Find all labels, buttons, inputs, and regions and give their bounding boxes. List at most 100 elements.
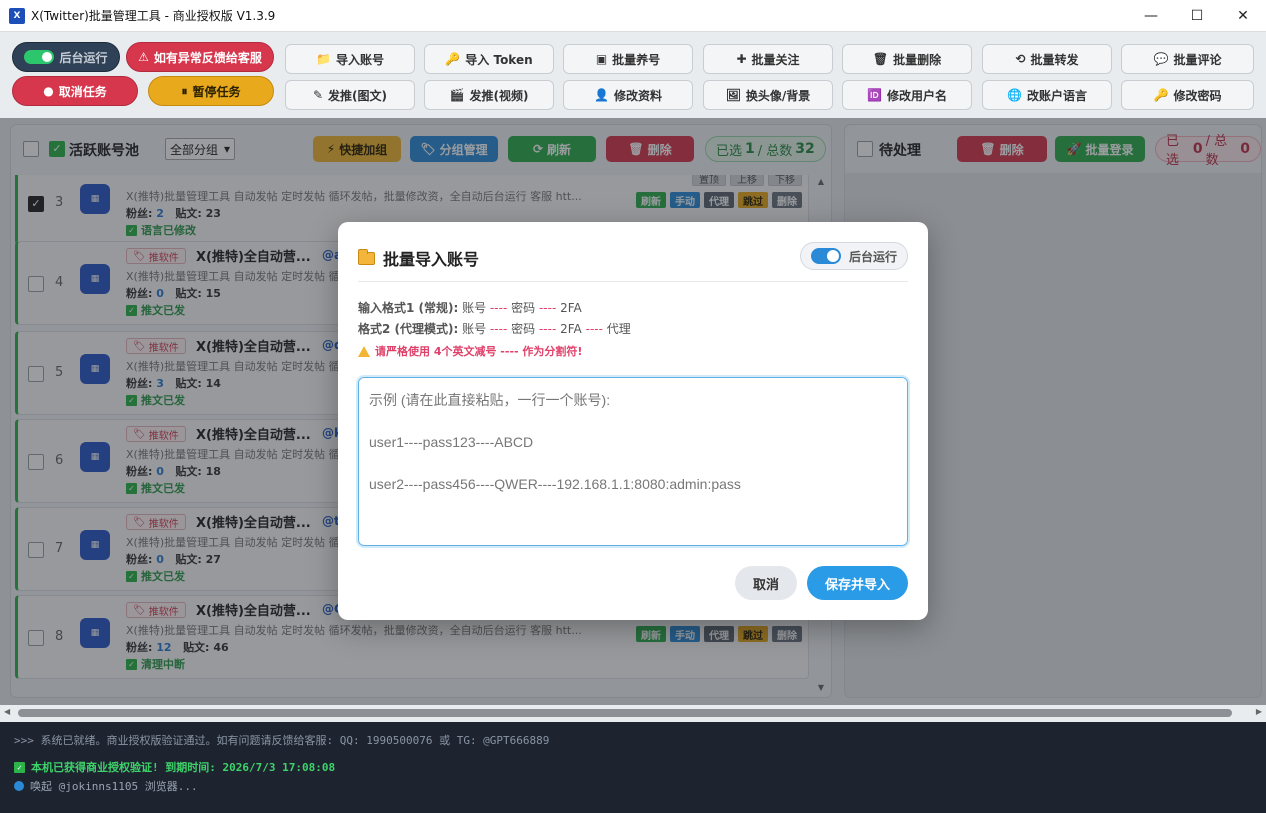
warning-icon (358, 345, 370, 357)
check-icon: ✓ (14, 761, 25, 773)
format1-label: 输入格式1 (常规): (358, 301, 459, 315)
feedback-label: 如有异常反馈给客服 (153, 50, 262, 65)
format-field: 2FA (560, 322, 582, 336)
scroll-right-icon[interactable]: ▶ (1256, 707, 1262, 716)
key-icon: 🔑 (445, 52, 461, 66)
dialog-background-run-toggle[interactable]: 后台运行 (799, 242, 908, 270)
stop-icon: ● (43, 84, 54, 98)
post-video-button[interactable]: 🎬 发推(视频) (424, 80, 554, 110)
edit-icon: ✎ (312, 88, 324, 102)
log-line: >>> 系统已就绪。商业授权版验证通过。如有问题请反馈给客服: QQ: 1990… (14, 734, 550, 747)
folder-icon (358, 248, 375, 265)
post-video-label: 发推(视频) (469, 88, 529, 103)
format-field: 代理 (606, 322, 631, 336)
maximize-button[interactable]: ☐ (1174, 0, 1220, 32)
batch-delete-button[interactable]: 🗑 批量删除 (842, 44, 972, 74)
import-account-label: 导入账号 (335, 52, 384, 67)
format-field: 密码 (511, 301, 536, 315)
scroll-left-icon[interactable]: ◀ (4, 707, 10, 716)
accounts-textarea[interactable]: 示例 (请在此直接粘贴，一行一个账号): user1----pass123---… (356, 375, 910, 548)
cancel-button[interactable]: 取消 (735, 566, 797, 600)
change-username-button[interactable]: 🆔 修改用户名 (842, 80, 972, 110)
log-line: ✓ 本机已获得商业授权验证! 到期时间: 2026/7/3 17:08:08 (14, 759, 1252, 775)
format-field: 账号 (462, 301, 487, 315)
batch-nurture-label: 批量养号 (612, 52, 661, 67)
change-language-button[interactable]: 🌐 改账户语言 (982, 80, 1112, 110)
toggle-switch-icon (810, 248, 841, 264)
dialog-title-text: 批量导入账号 (383, 250, 480, 269)
batch-comment-label: 批量评论 (1173, 52, 1222, 67)
batch-follow-button[interactable]: ✚ 批量关注 (703, 44, 833, 74)
log-line: 唤起 @jokinns1105 浏览器... (14, 778, 1252, 794)
format-field: 2FA (560, 301, 582, 315)
toolbar: 后台运行 ⚠ 如有异常反馈给客服 ● 取消任务 ⏸ 暂停任务 📁 导入账号 🔑 导入… (0, 32, 1266, 118)
change-password-button[interactable]: 🔑 修改密码 (1121, 80, 1254, 110)
window-title: X(Twitter)批量管理工具 - 商业授权版 V1.3.9 (31, 9, 276, 23)
user-icon: 👤 (594, 88, 609, 102)
minimize-button[interactable]: — (1128, 0, 1174, 32)
pause-task-button[interactable]: ⏸ 暂停任务 (148, 76, 274, 106)
change-avatar-button[interactable]: 🖼 换头像/背景 (703, 80, 833, 110)
pause-task-label: 暂停任务 (192, 84, 241, 99)
background-run-label: 后台运行 (59, 50, 108, 65)
cancel-task-label: 取消任务 (58, 84, 107, 99)
trash-icon: 🗑 (872, 52, 889, 66)
retweet-icon: ⟲ (1015, 52, 1026, 66)
separator-warning: 请严格使用 4个英文减号 ---- 作为分割符! (358, 343, 582, 359)
horizontal-scrollbar[interactable]: ◀ ▶ (0, 705, 1266, 721)
change-password-label: 修改密码 (1173, 88, 1222, 103)
pause-icon: ⏸ (181, 83, 188, 98)
comment-icon: 💬 (1153, 52, 1169, 66)
format-separator: ---- (538, 322, 557, 336)
image-icon: 🖼 (725, 88, 741, 102)
format1-line: 输入格式1 (常规): 账号 ---- 密码 ---- 2FA (358, 299, 582, 316)
batch-delete-label: 批量删除 (893, 52, 942, 67)
edit-profile-button[interactable]: 👤 修改资料 (563, 80, 693, 110)
batch-retweet-button[interactable]: ⟲ 批量转发 (982, 44, 1112, 74)
import-token-button[interactable]: 🔑 导入 Token (424, 44, 554, 74)
plus-icon: ✚ (736, 52, 747, 66)
license-log-text: 本机已获得商业授权验证! 到期时间: 2026/7/3 17:08:08 (31, 761, 336, 774)
format-separator: ---- (585, 322, 603, 336)
format-separator: ---- (489, 301, 508, 315)
close-button[interactable]: ✕ (1220, 0, 1266, 32)
batch-nurture-button[interactable]: ▣ 批量养号 (563, 44, 693, 74)
log-console: >>> 系统已就绪。商业授权版验证通过。如有问题请反馈给客服: QQ: 1990… (0, 722, 1266, 813)
feedback-button[interactable]: ⚠ 如有异常反馈给客服 (126, 42, 274, 72)
import-token-label: 导入 Token (465, 52, 533, 67)
toggle-icon (24, 50, 55, 64)
format2-line: 格式2 (代理模式): 账号 ---- 密码 ---- 2FA ---- 代理 (358, 320, 631, 337)
post-image-label: 发推(图文) (328, 88, 388, 103)
batch-comment-button[interactable]: 💬 批量评论 (1121, 44, 1254, 74)
background-run-toggle[interactable]: 后台运行 (12, 42, 120, 72)
id-card-icon: 🆔 (867, 88, 882, 102)
format-field: 密码 (511, 322, 536, 336)
key-icon: 🔑 (1153, 88, 1169, 102)
save-import-button[interactable]: 保存并导入 (807, 566, 908, 600)
info-dot-icon (14, 781, 24, 791)
app-icon: X (9, 7, 25, 24)
video-icon: 🎬 (449, 88, 465, 102)
format-field: 账号 (462, 322, 487, 336)
dialog-title: 批量导入账号 (358, 246, 479, 270)
batch-follow-label: 批量关注 (751, 52, 800, 67)
cancel-task-button[interactable]: ● 取消任务 (12, 76, 138, 106)
post-image-button[interactable]: ✎ 发推(图文) (285, 80, 415, 110)
scroll-thumb[interactable] (18, 709, 1232, 717)
import-account-button[interactable]: 📁 导入账号 (285, 44, 415, 74)
edit-profile-label: 修改资料 (613, 88, 662, 103)
change-username-label: 修改用户名 (886, 88, 947, 103)
dialog-divider (358, 281, 908, 282)
format-separator: ---- (489, 322, 508, 336)
title-bar: X X(Twitter)批量管理工具 - 商业授权版 V1.3.9 — ☐ ✕ (0, 0, 1266, 32)
change-avatar-label: 换头像/背景 (745, 88, 811, 103)
folder-icon: 📁 (316, 52, 331, 66)
change-language-label: 改账户语言 (1026, 88, 1087, 103)
format-separator: ---- (538, 301, 557, 315)
batch-retweet-label: 批量转发 (1030, 52, 1079, 67)
dialog-background-run-label: 后台运行 (848, 249, 897, 264)
format2-label: 格式2 (代理模式): (358, 322, 459, 336)
warning-icon: ⚠ (138, 50, 149, 64)
browser-log-text: 唤起 @jokinns1105 浏览器... (30, 780, 198, 793)
globe-icon: 🌐 (1007, 88, 1022, 102)
